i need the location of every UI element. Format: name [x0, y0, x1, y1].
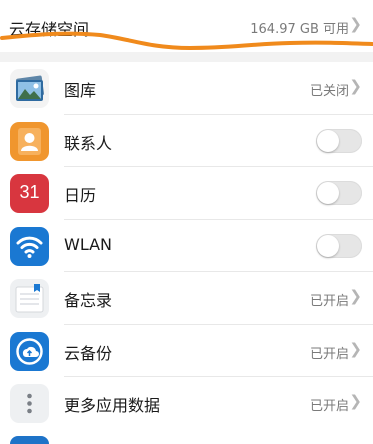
item-label: 云备份 — [64, 343, 113, 363]
wlan-icon — [10, 226, 49, 266]
item-label: 联系人 — [64, 133, 113, 153]
calendar-date-text: 31 — [19, 182, 40, 202]
sync-list: 图库 已关闭 ❯ 联系人 31 日历 WLAN 备忘录 已开启 ❯ 云备份 已开… — [0, 62, 373, 430]
contacts-toggle[interactable] — [316, 128, 362, 153]
status-text: 已开启 — [309, 294, 349, 309]
calendar-icon: 31 — [10, 174, 49, 213]
next-item-icon-peek — [10, 436, 49, 444]
contacts-icon — [10, 121, 49, 161]
item-label: 图库 — [64, 81, 97, 100]
item-label: WLAN — [64, 234, 113, 254]
list-item-contacts[interactable]: 联系人 — [0, 115, 373, 167]
gallery-icon — [10, 69, 49, 108]
list-item-cloud-backup[interactable]: 云备份 已开启 ❯ — [0, 325, 373, 377]
toggle-knob — [317, 182, 339, 204]
cloud-backup-icon — [10, 331, 49, 371]
item-label: 日历 — [64, 186, 97, 205]
toggle-knob — [317, 234, 339, 257]
status-text: 已开启 — [309, 399, 349, 414]
item-label: 备忘录 — [64, 291, 113, 310]
list-item-calendar[interactable]: 31 日历 — [0, 167, 373, 220]
status-text: 已开启 — [309, 346, 349, 362]
chevron-right-icon: ❯ — [349, 77, 362, 95]
chevron-right-icon: ❯ — [349, 339, 362, 358]
list-item-notepad[interactable]: 备忘录 已开启 ❯ — [0, 272, 373, 325]
section-gap — [0, 52, 373, 62]
list-item-gallery[interactable]: 图库 已关闭 ❯ — [0, 62, 373, 115]
status-text: 已关闭 — [309, 84, 349, 99]
toggle-knob — [317, 129, 339, 152]
notepad-icon — [10, 279, 49, 318]
list-item-wlan[interactable]: WLAN — [0, 220, 373, 272]
calendar-toggle[interactable] — [316, 181, 362, 205]
wlan-toggle[interactable] — [316, 233, 362, 258]
item-label: 更多应用数据 — [64, 396, 161, 415]
chevron-right-icon: ❯ — [349, 392, 362, 410]
chevron-right-icon: ❯ — [349, 287, 362, 305]
list-item-more-apps[interactable]: 更多应用数据 已开启 ❯ — [0, 377, 373, 430]
more-apps-icon — [10, 384, 49, 423]
